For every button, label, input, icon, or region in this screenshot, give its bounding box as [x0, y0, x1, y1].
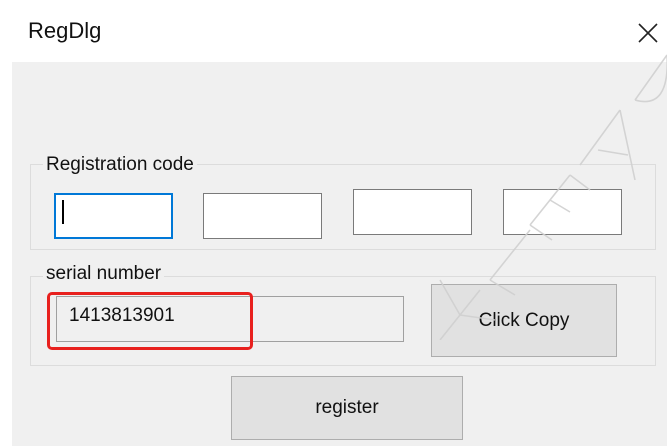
registration-code-field-2[interactable] [203, 193, 322, 239]
title-bar: RegDlg [0, 0, 667, 62]
serial-highlight-box [47, 292, 253, 350]
close-icon [638, 23, 658, 43]
click-copy-button[interactable]: Click Copy [431, 284, 617, 357]
register-button[interactable]: register [231, 376, 463, 440]
registration-code-field-1[interactable] [54, 193, 173, 239]
serial-number-label: serial number [43, 263, 165, 285]
window-title: RegDlg [28, 18, 102, 43]
registration-code-label: Registration code [43, 154, 197, 176]
text-caret [62, 200, 64, 224]
registration-code-field-4[interactable] [503, 189, 622, 235]
registration-code-field-3[interactable] [353, 189, 472, 235]
close-button[interactable] [630, 10, 667, 54]
reg-dialog-window: RegDlg Registration code serial number 1… [0, 0, 667, 446]
